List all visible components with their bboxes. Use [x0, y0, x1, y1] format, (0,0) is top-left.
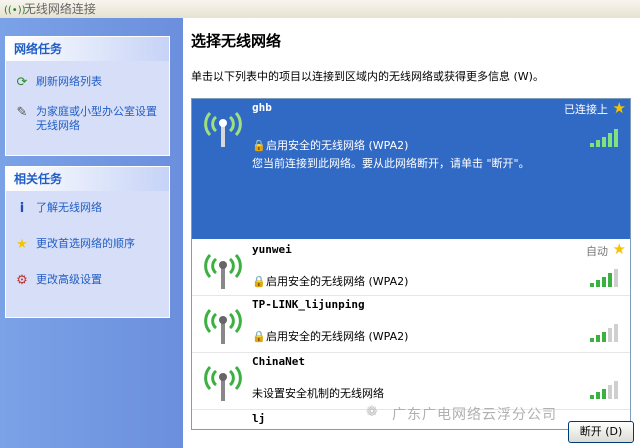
wireless-antenna-icon: [204, 365, 242, 401]
network-tasks-panel: 网络任务 ⟳ 刷新网络列表 ✎ 为家庭或小型办公室设置无线网络: [5, 36, 170, 156]
signal-bar: [596, 280, 600, 287]
network-ssid: ChinaNet: [252, 355, 305, 368]
change-preferred-order-link[interactable]: ★ 更改首选网络的顺序: [6, 237, 169, 252]
wireless-antenna-icon: [204, 253, 242, 289]
network-message: 您当前连接到此网络。要从此网络断开，请单击 "断开"。: [252, 157, 530, 170]
network-status: 已连接上: [564, 103, 608, 116]
setup-wireless-network-label: 为家庭或小型办公室设置无线网络: [36, 105, 157, 132]
network-security-label: 启用安全的无线网络 (WPA2): [266, 275, 409, 288]
refresh-network-list-link[interactable]: ⟳ 刷新网络列表: [6, 75, 169, 90]
lock-icon: 🔒: [252, 275, 266, 288]
signal-bar: [590, 143, 594, 147]
settings-icon: ⚙: [16, 273, 28, 288]
signal-bar: [590, 338, 594, 342]
signal-bar: [590, 283, 594, 287]
network-ssid: yunwei: [252, 243, 292, 256]
network-ssid: lj: [252, 412, 266, 425]
star-icon: ★: [16, 237, 28, 252]
refresh-icon: ⟳: [16, 75, 28, 90]
setup-network-icon: ✎: [16, 105, 28, 120]
info-icon: i: [19, 201, 25, 216]
signal-bar: [608, 133, 612, 147]
task-sidebar: 网络任务 ⟳ 刷新网络列表 ✎ 为家庭或小型办公室设置无线网络 相关任务 i 了…: [0, 18, 183, 448]
wireless-antenna-icon: [204, 111, 242, 147]
learn-wireless-label: 了解无线网络: [36, 201, 102, 214]
learn-wireless-link[interactable]: i 了解无线网络: [6, 201, 169, 216]
signal-bar: [614, 324, 618, 342]
signal-bar: [614, 381, 618, 399]
signal-bar: [596, 140, 600, 147]
network-ssid: ghb: [252, 101, 272, 114]
network-item-chinanet[interactable]: ChinaNet 未设置安全机制的无线网络: [192, 353, 630, 409]
signal-bar: [614, 129, 618, 147]
network-status: 自动: [586, 245, 608, 258]
disconnect-button[interactable]: 断开 (D): [568, 421, 634, 443]
network-security-label: 启用安全的无线网络 (WPA2): [266, 330, 409, 343]
network-security: 未设置安全机制的无线网络: [252, 385, 384, 401]
signal-bar: [614, 269, 618, 287]
watermark-text: 广东广电网络云浮分公司: [392, 407, 557, 423]
signal-bar: [608, 328, 612, 342]
network-security-label: 未设置安全机制的无线网络: [252, 387, 384, 400]
page-title: 选择无线网络: [191, 32, 282, 50]
network-ssid: TP-LINK_lijunping: [252, 298, 365, 311]
signal-bar: [608, 385, 612, 399]
wireless-network-list[interactable]: ghb 已连接上 ★ 🔒启用安全的无线网络 (WPA2) 您当前连接到此网络。要…: [191, 98, 631, 430]
signal-strength-bars: [590, 381, 620, 399]
main-content: 选择无线网络 单击以下列表中的项目以连接到区域内的无线网络或获得更多信息 (W)…: [183, 18, 640, 448]
signal-bar: [596, 335, 600, 342]
window-title: 无线网络连接: [23, 2, 96, 16]
setup-wireless-network-link[interactable]: ✎ 为家庭或小型办公室设置无线网络: [6, 105, 169, 133]
preferred-star-icon: ★: [612, 99, 626, 117]
window-titlebar: ((•)) 无线网络连接: [0, 0, 640, 18]
related-tasks-panel: 相关任务 i 了解无线网络 ★ 更改首选网络的顺序 ⚙ 更改高级设置: [5, 166, 170, 318]
related-tasks-header[interactable]: 相关任务: [6, 167, 169, 191]
signal-strength-bars: [590, 129, 620, 147]
signal-bar: [602, 277, 606, 287]
network-security: 🔒启用安全的无线网络 (WPA2): [252, 273, 408, 289]
instruction-text: 单击以下列表中的项目以连接到区域内的无线网络或获得更多信息 (W)。: [191, 70, 544, 83]
network-security: 🔒启用安全的无线网络 (WPA2): [252, 328, 408, 344]
signal-bar: [602, 389, 606, 399]
network-security: 🔒启用安全的无线网络 (WPA2): [252, 137, 408, 153]
network-security-label: 启用安全的无线网络 (WPA2): [266, 139, 409, 152]
wireless-antenna-icon: [204, 308, 242, 344]
wechat-icon: ❁: [366, 404, 378, 420]
signal-bar: [602, 332, 606, 342]
signal-bar: [608, 273, 612, 287]
signal-bar: [590, 395, 594, 399]
network-item-yunwei[interactable]: yunwei 自动 ★ 🔒启用安全的无线网络 (WPA2): [192, 239, 630, 295]
change-advanced-settings-link[interactable]: ⚙ 更改高级设置: [6, 273, 169, 288]
network-item-ghb[interactable]: ghb 已连接上 ★ 🔒启用安全的无线网络 (WPA2) 您当前连接到此网络。要…: [192, 99, 630, 239]
signal-bar: [596, 392, 600, 399]
change-advanced-settings-label: 更改高级设置: [36, 273, 102, 286]
change-preferred-order-label: 更改首选网络的顺序: [36, 237, 135, 250]
network-item-tp-link[interactable]: TP-LINK_lijunping 🔒启用安全的无线网络 (WPA2): [192, 296, 630, 352]
lock-icon: 🔒: [252, 139, 266, 152]
signal-strength-bars: [590, 269, 620, 287]
signal-bar: [602, 137, 606, 147]
lock-icon: 🔒: [252, 330, 266, 343]
network-tasks-header[interactable]: 网络任务: [6, 37, 169, 61]
signal-strength-bars: [590, 324, 620, 342]
preferred-star-icon: ★: [612, 240, 626, 258]
refresh-network-list-label: 刷新网络列表: [36, 75, 102, 88]
